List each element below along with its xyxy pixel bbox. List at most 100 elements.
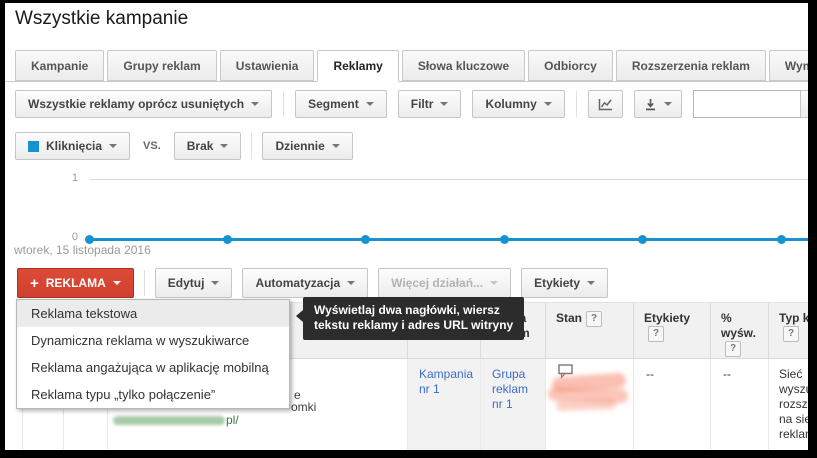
- screenshot-border: [0, 0, 5, 458]
- period-label: Dziennie: [275, 139, 325, 153]
- filter-label: Filtr: [410, 97, 434, 111]
- chevron-down-icon: [490, 281, 499, 285]
- segment-label: Segment: [308, 97, 359, 111]
- chevron-down-icon: [251, 102, 260, 106]
- chart-hover-date: wtorek, 15 listopada 2016: [14, 243, 151, 257]
- menu-item-reklama-tekstowa[interactable]: Reklama tekstowa: [17, 300, 289, 327]
- chevron-down-icon: [663, 102, 672, 106]
- chevron-down-icon: [543, 102, 552, 106]
- chart-controls: Kliknięcia vs. Brak Dziennie: [15, 132, 353, 160]
- automation-label: Automatyzacja: [255, 276, 341, 290]
- line-chart-icon: [598, 98, 613, 111]
- download-icon: [644, 98, 657, 111]
- chevron-down-icon: [347, 281, 356, 285]
- separator: [251, 133, 253, 159]
- view-filter-label: Wszystkie reklamy oprócz usuniętych: [28, 97, 245, 111]
- chevron-down-icon: [587, 281, 596, 285]
- labels-button[interactable]: Etykiety: [521, 268, 609, 298]
- compare-label: Brak: [186, 139, 214, 153]
- ad-text-fragment: omki: [291, 400, 317, 414]
- ad-group-link[interactable]: Grupa reklam nr 1: [481, 359, 545, 412]
- header-impr-share-label: % wyśw.: [721, 311, 756, 340]
- view-filter-button[interactable]: Wszystkie reklamy oprócz usuniętych: [15, 90, 273, 118]
- tab-reklamy[interactable]: Reklamy: [317, 50, 399, 82]
- columns-button[interactable]: Kolumny: [472, 90, 565, 118]
- download-button[interactable]: [633, 90, 682, 118]
- menu-item-reklama-aplikacja-mobilna[interactable]: Reklama angażująca w aplikację mobilną: [17, 354, 289, 381]
- chevron-down-icon: [440, 102, 449, 106]
- help-icon[interactable]: ?: [648, 326, 664, 342]
- header-status[interactable]: Stan?: [546, 303, 634, 358]
- labels-value: --: [646, 367, 654, 381]
- edit-button[interactable]: Edytuj: [154, 268, 233, 298]
- page-title: Wszystkie kampanie: [15, 8, 189, 29]
- chart-point: [776, 235, 786, 244]
- tab-rozszerzenia-reklam[interactable]: Rozszerzenia reklam: [615, 50, 766, 81]
- tab-kampanie[interactable]: Kampanie: [15, 50, 105, 81]
- more-actions-label: Więcej działań...: [391, 276, 484, 290]
- menu-item-reklama-tylko-polaczenie[interactable]: Reklama typu „tylko połączenie”: [17, 381, 289, 408]
- ads-toolbar: Wszystkie reklamy oprócz usuniętych Segm…: [15, 90, 817, 118]
- metric-color-swatch: [28, 140, 39, 152]
- cell-status: [546, 359, 634, 454]
- redaction-scribble-green: [113, 416, 225, 425]
- automation-button[interactable]: Automatyzacja: [242, 268, 369, 298]
- cell-impression-share: --: [711, 359, 769, 454]
- adwords-ads-page: Wszystkie kampanie Kampanie Grupy reklam…: [0, 0, 817, 458]
- screenshot-border: [0, 450, 817, 458]
- campaign-link[interactable]: Kampania nr 1: [408, 359, 480, 397]
- redaction-scribble-pink: [547, 372, 630, 415]
- separator: [575, 91, 577, 117]
- tab-slowa-kluczowe[interactable]: Słowa kluczowe: [401, 50, 526, 81]
- screenshot-border: [0, 0, 817, 3]
- help-icon[interactable]: ?: [586, 311, 603, 327]
- columns-label: Kolumny: [485, 97, 537, 111]
- gridline: [90, 179, 808, 180]
- y-axis-tick-0: 0: [71, 231, 78, 243]
- ad-display-url: pl/: [113, 413, 239, 428]
- separator: [283, 91, 285, 117]
- chevron-down-icon: [109, 144, 118, 148]
- header-impression-share[interactable]: % wyśw. ?: [711, 303, 769, 358]
- screenshot-border: [808, 0, 817, 458]
- help-icon[interactable]: ?: [725, 341, 741, 357]
- chevron-down-icon: [112, 281, 121, 285]
- ad-url-fragment: pl/: [226, 413, 239, 427]
- header-labels[interactable]: Etykiety?: [634, 303, 711, 358]
- chevron-down-icon: [365, 102, 374, 106]
- metric-label: Kliknięcia: [46, 139, 103, 153]
- header-status-label: Stan: [556, 311, 583, 325]
- filter-button[interactable]: Filtr: [397, 90, 462, 118]
- tooltip-arrow-left: [296, 310, 303, 322]
- period-selector-button[interactable]: Dziennie: [262, 132, 353, 160]
- segment-button[interactable]: Segment: [295, 90, 387, 118]
- search-input[interactable]: [692, 90, 817, 118]
- menu-item-tooltip: Wyświetlaj dwa nagłówki, wiersz tekstu r…: [296, 297, 525, 340]
- chart-toggle-button[interactable]: [587, 90, 623, 118]
- cell-campaign: Kampania nr 1: [408, 359, 481, 454]
- impression-share-value: --: [723, 367, 731, 381]
- compare-metric-button[interactable]: Brak: [173, 132, 242, 160]
- vs-label: vs.: [143, 140, 161, 152]
- edit-label: Edytuj: [167, 276, 205, 290]
- metric-selector-button[interactable]: Kliknięcia: [15, 132, 131, 160]
- chevron-down-icon: [211, 281, 220, 285]
- help-icon[interactable]: ?: [783, 326, 799, 342]
- labels-label: Etykiety: [534, 276, 581, 290]
- separator: [143, 270, 145, 296]
- header-labels-label: Etykiety: [644, 311, 691, 325]
- chart-point: [222, 235, 232, 244]
- y-axis-tick-1: 1: [71, 172, 78, 184]
- tab-odbiorcy[interactable]: Odbiorcy: [528, 50, 613, 81]
- chart-series-line: [88, 238, 808, 241]
- tab-ustawienia[interactable]: Ustawienia: [219, 50, 315, 81]
- tooltip-text-line2: tekstu reklamy i adres URL witryny: [314, 318, 514, 332]
- tab-grupy-reklam[interactable]: Grupy reklam: [107, 50, 217, 81]
- chart-point: [638, 235, 648, 244]
- tooltip-text-line1: Wyświetlaj dwa nagłówki, wiersz: [314, 303, 500, 317]
- add-ad-button[interactable]: + REKLAMA: [17, 268, 134, 298]
- chevron-down-icon: [331, 144, 340, 148]
- menu-item-dynamiczna-reklama[interactable]: Dynamiczna reklama w wyszukiwarce: [17, 327, 289, 354]
- plus-icon: +: [30, 274, 39, 292]
- more-actions-button: Więcej działań...: [378, 268, 512, 298]
